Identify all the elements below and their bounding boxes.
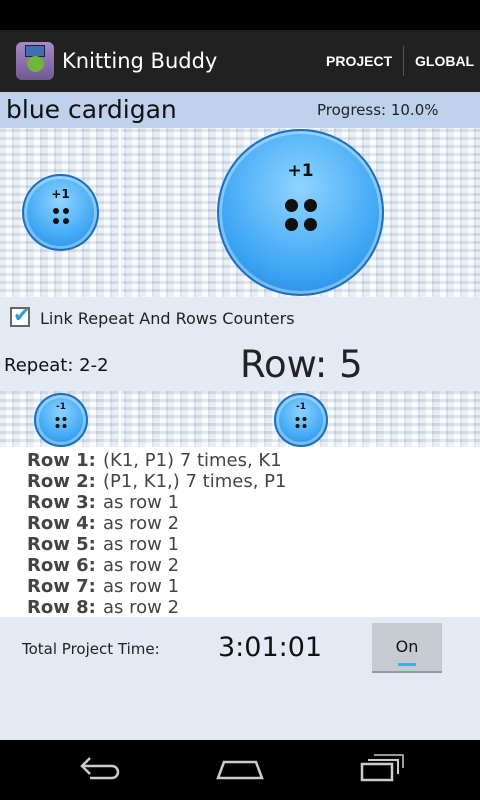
list-item: Row 4: as row 2 (27, 513, 480, 534)
home-icon[interactable] (216, 752, 264, 790)
app-logo-icon[interactable] (16, 42, 54, 80)
row-number: Row 4: (27, 513, 96, 534)
repeat-counter: Repeat: 2-2 (4, 355, 109, 376)
action-bar: Knitting Buddy PROJECT GLOBAL (0, 30, 480, 92)
minus-counters-area: -1 -1 (0, 391, 480, 447)
list-item: Row 5: as row 1 (27, 534, 480, 555)
list-item: Row 7: as row 1 (27, 576, 480, 597)
status-bar (0, 0, 480, 30)
list-item: Row 8: as row 2 (27, 597, 480, 618)
button-label: -1 (56, 402, 66, 412)
row-instruction: as row 2 (103, 555, 180, 576)
list-item: Row 1: (K1, P1) 7 times, K1 (27, 450, 480, 471)
row-instruction: as row 1 (103, 534, 180, 555)
row-plus-button[interactable]: +1 (217, 129, 384, 296)
button-label: -1 (296, 402, 306, 412)
row-counter: Row: 5 (240, 343, 363, 386)
button-holes-icon (55, 417, 67, 428)
total-time-label: Total Project Time: (22, 640, 160, 658)
divider (119, 391, 121, 447)
timer-toggle-button[interactable]: On (372, 623, 442, 673)
tab-project[interactable]: PROJECT (326, 53, 392, 69)
tab-global[interactable]: GLOBAL (415, 53, 474, 69)
navigation-bar (0, 740, 480, 800)
list-item: Row 6: as row 2 (27, 555, 480, 576)
repeat-plus-button[interactable]: +1 (22, 174, 99, 251)
repeat-minus-button[interactable]: -1 (34, 393, 88, 447)
row-instruction: (P1, K1,) 7 times, P1 (103, 471, 287, 492)
row-minus-button[interactable]: -1 (274, 393, 328, 447)
button-label: +1 (51, 187, 70, 201)
button-label: +1 (287, 161, 314, 181)
row-number: Row 2: (27, 471, 96, 492)
toggle-indicator (398, 663, 416, 666)
plus-counters-area: +1 +1 (0, 128, 480, 297)
pattern-list[interactable]: Row 1: (K1, P1) 7 times, K1 Row 2: (P1, K1… (0, 447, 480, 618)
list-item: Row 2: (P1, K1,) 7 times, P1 (27, 471, 480, 492)
project-name: blue cardigan (6, 95, 177, 124)
row-number: Row 1: (27, 450, 96, 471)
row-number: Row 3: (27, 492, 96, 513)
project-header: blue cardigan Progress: 10.0% (0, 92, 480, 128)
tab-divider (403, 46, 404, 76)
back-icon[interactable] (78, 752, 122, 790)
divider (119, 128, 121, 297)
total-time-value: 3:01:01 (218, 632, 323, 663)
button-holes-icon (295, 417, 307, 428)
link-counters-checkbox[interactable] (10, 303, 31, 327)
row-instruction: (K1, P1) 7 times, K1 (103, 450, 282, 471)
row-number: Row 8: (27, 597, 96, 618)
progress-text: Progress: 10.0% (317, 101, 439, 119)
link-counters-label[interactable]: Link Repeat And Rows Counters (40, 309, 295, 328)
row-number: Row 5: (27, 534, 96, 555)
row-instruction: as row 1 (103, 576, 180, 597)
button-holes-icon (52, 208, 69, 224)
link-counters-row: Link Repeat And Rows Counters (0, 297, 480, 340)
row-instruction: as row 2 (103, 597, 180, 618)
recent-apps-icon[interactable] (360, 752, 404, 790)
row-instruction: as row 1 (103, 492, 180, 513)
row-number: Row 7: (27, 576, 96, 597)
button-holes-icon (284, 199, 317, 231)
list-item: Row 3: as row 1 (27, 492, 480, 513)
app-title: Knitting Buddy (62, 49, 218, 73)
button-label: On (395, 637, 419, 656)
row-number: Row 6: (27, 555, 96, 576)
row-instruction: as row 2 (103, 513, 180, 534)
